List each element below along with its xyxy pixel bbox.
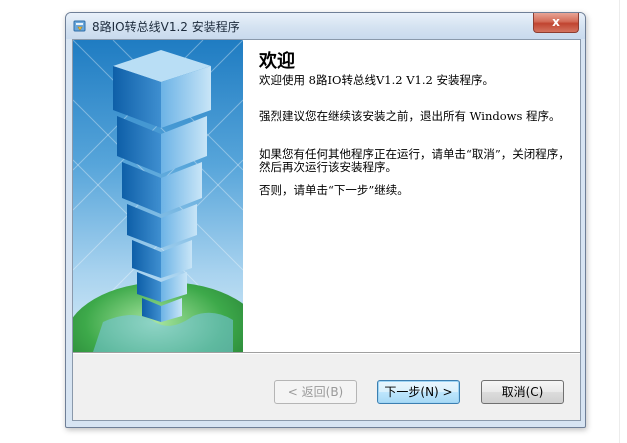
installer-icon xyxy=(72,18,88,34)
welcome-heading: 欢迎 xyxy=(259,51,295,72)
back-button[interactable]: < 返回(B) xyxy=(274,380,357,404)
close-programs-advice: 强烈建议您在继续该安装之前，退出所有 Windows 程序。 xyxy=(259,109,561,123)
dialog-client-area: 欢迎 欢迎使用 8路IO转总线V1.2 V1.2 安装程序。 强烈建议您在继续该… xyxy=(72,39,581,421)
welcome-text: 欢迎使用 8路IO转总线V1.2 V1.2 安装程序。 xyxy=(259,73,494,87)
button-divider xyxy=(73,352,580,354)
window-title: 8路IO转总线V1.2 安装程序 xyxy=(92,20,240,34)
installer-window: 8路IO转总线V1.2 安装程序 x 欢迎 欢迎使用 8路IO转总线V1.2 V… xyxy=(65,12,586,428)
title-bar[interactable]: 8路IO转总线V1.2 安装程序 x xyxy=(66,13,585,39)
cancel-instruction: 如果您有任何其他程序正在运行，请单击“取消”，关闭程序，然后再次运行该安装程序。 xyxy=(259,147,570,174)
close-icon: x xyxy=(552,15,560,29)
continue-instruction: 否则，请单击“下一步”继续。 xyxy=(259,183,409,197)
page-edge xyxy=(619,0,620,443)
close-button[interactable]: x xyxy=(533,13,579,33)
cancel-button[interactable]: 取消(C) xyxy=(481,380,564,404)
welcome-panel: 欢迎 欢迎使用 8路IO转总线V1.2 V1.2 安装程序。 强烈建议您在继续该… xyxy=(243,40,580,352)
wizard-banner-image xyxy=(73,40,243,352)
next-button[interactable]: 下一步(N) > xyxy=(377,380,460,404)
